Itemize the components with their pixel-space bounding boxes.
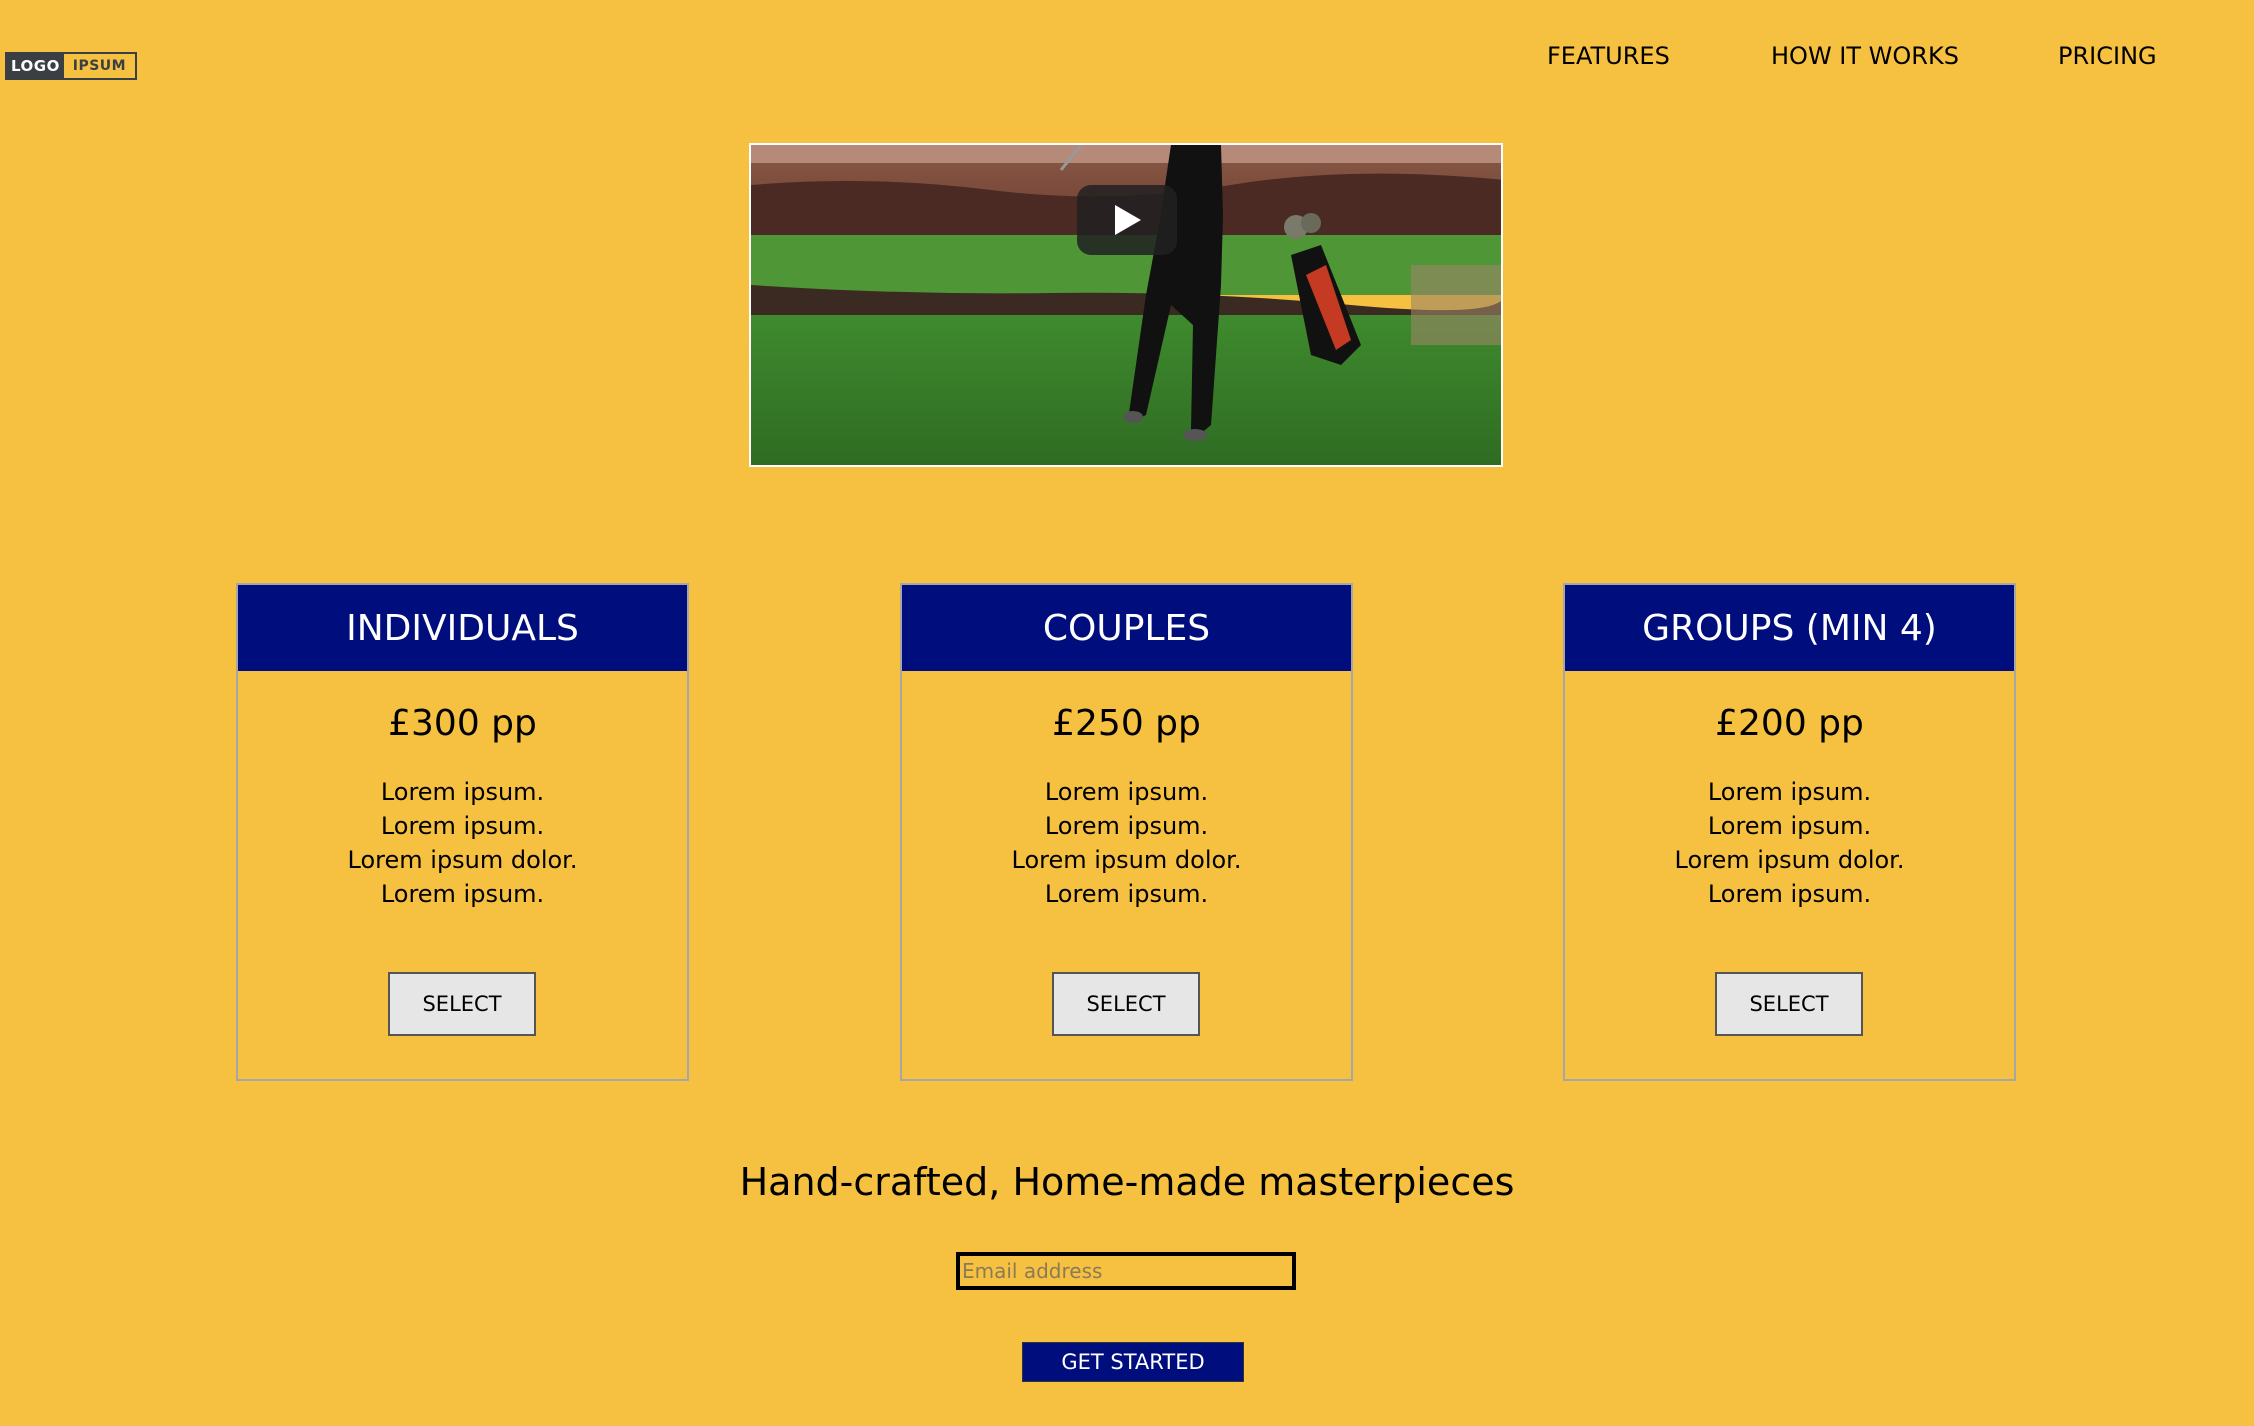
pricing-card-groups: GROUPS (MIN 4) £200 pp Lorem ipsum. Lore… <box>1563 583 2016 1081</box>
select-couples-button[interactable]: SELECT <box>1052 972 1200 1036</box>
feature-item: Lorem ipsum. <box>380 880 545 908</box>
feature-item: Lorem ipsum dolor. <box>1011 846 1242 874</box>
card-price: £200 pp <box>1715 703 1864 744</box>
logo[interactable]: LOGO IPSUM <box>5 52 137 80</box>
nav-pricing-link[interactable]: PRICING <box>2058 42 2157 70</box>
card-price: £250 pp <box>1052 703 1201 744</box>
pricing-card-individuals: INDIVIDUALS £300 pp Lorem ipsum. Lorem i… <box>236 583 689 1081</box>
play-icon <box>1115 205 1141 235</box>
logo-part-2: IPSUM <box>72 58 127 74</box>
play-button[interactable] <box>1077 185 1177 255</box>
feature-list: Lorem ipsum. Lorem ipsum. Lorem ipsum do… <box>1565 775 2014 911</box>
video-player[interactable] <box>749 143 1503 467</box>
feature-item: Lorem ipsum. <box>1044 880 1209 908</box>
card-title: COUPLES <box>902 585 1351 671</box>
feature-item: Lorem ipsum. <box>1707 778 1872 806</box>
select-groups-button[interactable]: SELECT <box>1715 972 1863 1036</box>
select-individuals-button[interactable]: SELECT <box>388 972 536 1036</box>
nav-how-it-works-link[interactable]: HOW IT WORKS <box>1771 42 1959 70</box>
card-title: INDIVIDUALS <box>238 585 687 671</box>
nav-features-link[interactable]: FEATURES <box>1547 42 1670 70</box>
tagline: Hand-crafted, Home-made masterpieces <box>739 1160 1515 1204</box>
email-input[interactable] <box>956 1252 1296 1290</box>
get-started-button[interactable]: GET STARTED <box>1022 1342 1244 1382</box>
logo-part-1: LOGO <box>7 54 64 78</box>
feature-item: Lorem ipsum. <box>1707 812 1872 840</box>
feature-item: Lorem ipsum dolor. <box>347 846 578 874</box>
feature-item: Lorem ipsum. <box>380 812 545 840</box>
card-price: £300 pp <box>388 703 537 744</box>
pricing-card-couples: COUPLES £250 pp Lorem ipsum. Lorem ipsum… <box>900 583 1353 1081</box>
feature-item: Lorem ipsum dolor. <box>1674 846 1905 874</box>
card-title: GROUPS (MIN 4) <box>1565 585 2014 671</box>
feature-item: Lorem ipsum. <box>1044 812 1209 840</box>
feature-item: Lorem ipsum. <box>1707 880 1872 908</box>
feature-list: Lorem ipsum. Lorem ipsum. Lorem ipsum do… <box>902 775 1351 911</box>
feature-item: Lorem ipsum. <box>380 778 545 806</box>
feature-item: Lorem ipsum. <box>1044 778 1209 806</box>
feature-list: Lorem ipsum. Lorem ipsum. Lorem ipsum do… <box>238 775 687 911</box>
